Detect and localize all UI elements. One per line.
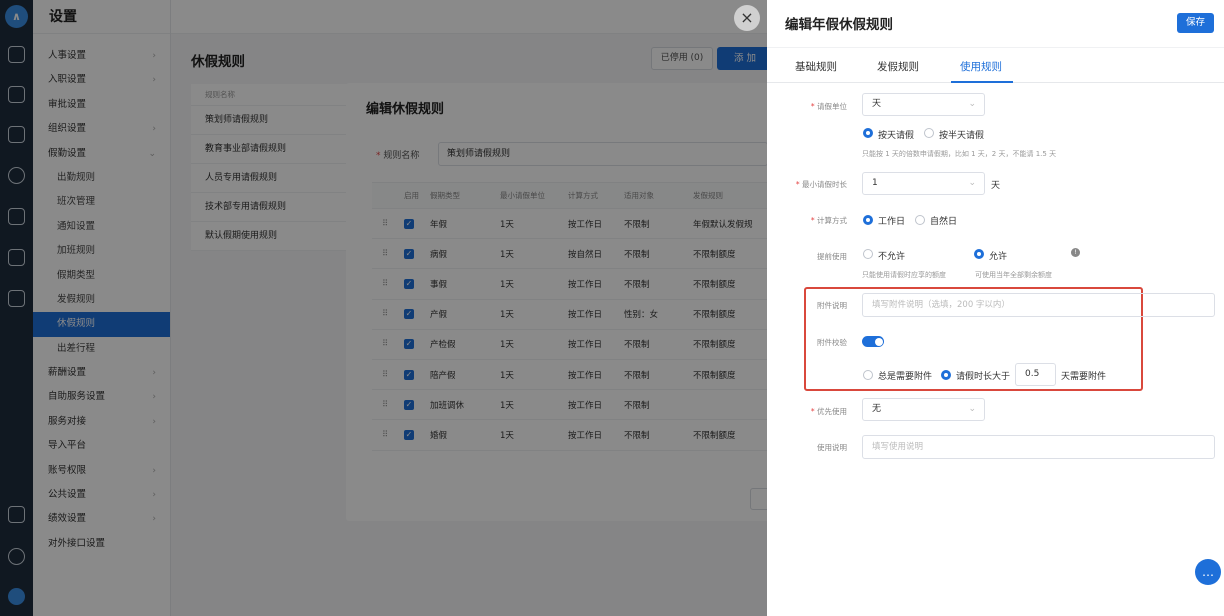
save-button[interactable]: 保存	[1177, 13, 1214, 33]
usage-note-input[interactable]: 填写使用说明	[862, 435, 1215, 459]
option-always-require[interactable]: 总是需要附件	[878, 369, 932, 382]
option-allow[interactable]: 允许	[989, 249, 1007, 262]
active-tab-indicator	[951, 81, 1013, 83]
advance-hint-allow: 可使用当年全部剩余额度	[975, 271, 1052, 279]
tab-basic-rules[interactable]: 基础规则	[795, 59, 837, 74]
radio-always-require[interactable]	[863, 370, 873, 380]
close-drawer-button[interactable]: ×	[734, 5, 760, 31]
min-duration-label: * 最小请假时长	[795, 180, 847, 189]
tab-grant-rules[interactable]: 发假规则	[877, 59, 919, 74]
radio-not-allow[interactable]	[863, 249, 873, 259]
option-natural-day[interactable]: 自然日	[930, 214, 957, 227]
option-by-half-day[interactable]: 按半天请假	[939, 128, 984, 141]
option-workday[interactable]: 工作日	[878, 214, 905, 227]
radio-allow[interactable]	[974, 249, 984, 259]
radio-workday[interactable]	[863, 215, 873, 225]
chevron-down-icon: ⌄	[968, 99, 976, 109]
option-duration-exceeds[interactable]: 请假时长大于	[956, 369, 1010, 382]
radio-natural-day[interactable]	[915, 215, 925, 225]
advance-hint-not-allow: 只能使用请假时应享的额度	[862, 271, 946, 279]
attachment-days-suffix: 天需要附件	[1061, 372, 1107, 382]
rule-tabs: 基础规则 发假规则 使用规则	[767, 47, 1224, 83]
chevron-down-icon: ⌄	[968, 404, 976, 414]
leave-unit-select[interactable]: 天 ⌄	[862, 93, 985, 116]
priority-select[interactable]: 无 ⌄	[862, 398, 985, 421]
attachment-check-toggle[interactable]	[862, 336, 884, 347]
calc-method-label: * 计算方式	[810, 216, 847, 225]
attachment-desc-input[interactable]: 填写附件说明（选填，200 字以内）	[862, 293, 1215, 317]
min-duration-unit: 天	[991, 181, 1001, 191]
leave-unit-hint: 只能按 1 天的倍数申请假期，比如 1 天，2 天，不能请 1.5 天	[862, 150, 1057, 158]
tab-usage-rules[interactable]: 使用规则	[960, 59, 1002, 74]
info-icon[interactable]: !	[1071, 248, 1080, 257]
usage-note-label: 使用说明	[817, 443, 847, 452]
radio-by-day[interactable]	[863, 128, 873, 138]
leave-unit-label: * 请假单位	[810, 102, 847, 111]
radio-by-half-day[interactable]	[924, 128, 934, 138]
attachment-check-label: 附件校验	[817, 338, 847, 347]
drawer-title: 编辑年假休假规则	[785, 17, 893, 33]
priority-label: * 优先使用	[810, 407, 847, 416]
option-not-allow[interactable]: 不允许	[878, 249, 905, 262]
option-by-day[interactable]: 按天请假	[878, 128, 914, 141]
chat-support-icon[interactable]: …	[1195, 559, 1221, 585]
attachment-days-input[interactable]: 0.5	[1015, 363, 1056, 386]
attachment-desc-label: 附件说明	[817, 301, 847, 310]
edit-annual-leave-drawer: 编辑年假休假规则 保存 基础规则 发假规则 使用规则 * 请假单位 天 ⌄ 按天请…	[767, 0, 1224, 616]
min-duration-select[interactable]: 1 ⌄	[862, 172, 985, 195]
chevron-down-icon: ⌄	[968, 178, 976, 188]
advance-use-label: 提前使用	[817, 252, 847, 261]
radio-duration-exceeds[interactable]	[941, 370, 951, 380]
